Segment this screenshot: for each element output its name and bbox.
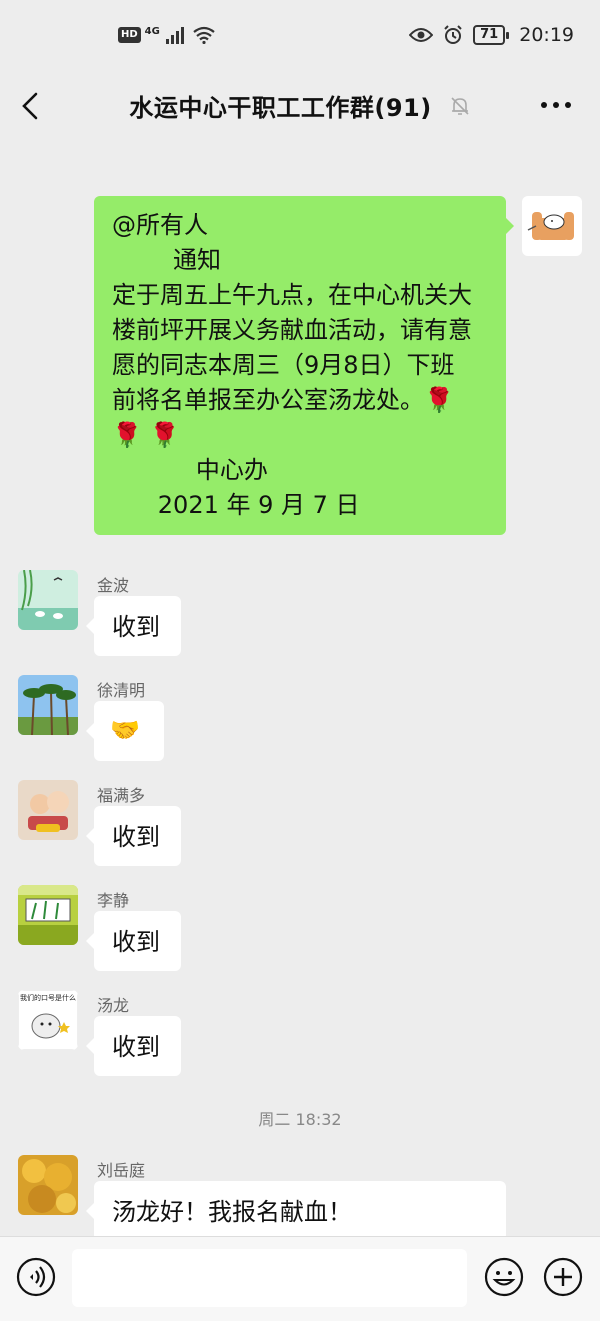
bell-off-icon — [449, 95, 471, 123]
notice-line: 🌹 🌹 — [112, 421, 180, 449]
wifi-icon — [193, 26, 215, 44]
avatar-caption: 我们的口号是什么 — [20, 993, 76, 1002]
eye-icon — [409, 28, 434, 42]
emoji-button[interactable] — [484, 1257, 524, 1297]
battery-indicator: 71 — [473, 25, 510, 45]
message-timestamp: 周二 18:32 — [258, 1110, 342, 1129]
chat-header: 水运中心干职工工作群(91) — [0, 76, 600, 136]
sender-name: 金波 — [97, 576, 130, 595]
status-bar: HD 4G 71 20:19 — [0, 0, 600, 76]
avatar[interactable] — [18, 885, 78, 945]
avatar[interactable]: 我们的口号是什么 — [18, 990, 78, 1050]
sender-name: 徐清明 — [97, 681, 146, 700]
chat-title: 水运中心干职工工作群(91) — [129, 94, 432, 122]
sender-name: 刘岳庭 — [97, 1161, 146, 1180]
clock: 20:19 — [519, 24, 574, 46]
avatar[interactable] — [18, 1155, 78, 1215]
signal-icon — [165, 27, 184, 44]
emoji-icon — [484, 1257, 524, 1297]
sender-name: 汤龙 — [97, 996, 130, 1015]
input-bar — [0, 1236, 600, 1321]
avatar[interactable] — [18, 675, 78, 735]
hd-badge: HD — [118, 27, 141, 43]
message-bubble[interactable]: 收到 — [86, 806, 181, 866]
avatar[interactable] — [18, 780, 78, 840]
voice-icon — [16, 1257, 56, 1297]
message-bubble[interactable]: 收到 — [86, 911, 181, 971]
notice-line: 通知 — [112, 246, 222, 274]
chat-title-wrap: 水运中心干职工工作群(91) — [0, 88, 600, 123]
notice-line: 中心办 — [112, 456, 268, 484]
plus-icon — [543, 1257, 583, 1297]
message-bubble[interactable]: 🤝 — [86, 701, 164, 761]
more-button[interactable] — [536, 90, 576, 120]
notice-line: 楼前坪开展义务献血活动，请有意 — [112, 316, 472, 344]
avatar[interactable] — [18, 570, 78, 630]
voice-button[interactable] — [16, 1257, 56, 1297]
plus-button[interactable] — [543, 1257, 583, 1297]
notice-line: 前将名单报至办公室汤龙处。🌹 — [112, 386, 454, 414]
message-input[interactable] — [72, 1249, 467, 1307]
status-left: HD 4G — [118, 26, 216, 44]
sender-name: 福满多 — [97, 786, 146, 805]
message-bubble[interactable]: 汤龙好！我报名献血！ — [86, 1181, 506, 1241]
alarm-icon — [444, 25, 462, 44]
notice-line: 2021 年 9 月 7 日 — [112, 491, 360, 519]
sender-name: 李静 — [97, 891, 130, 910]
notice-line: 定于周五上午九点，在中心机关大 — [112, 281, 472, 309]
status-right: 71 20:19 — [409, 24, 574, 46]
more-dots-icon — [541, 102, 571, 108]
notice-line: @所有人 — [112, 211, 208, 239]
notice-line: 愿的同志本周三（9月8日）下班 — [112, 351, 455, 379]
avatar-self[interactable] — [522, 196, 582, 256]
message-bubble-own[interactable]: @所有人 通知 定于周五上午九点，在中心机关大 楼前坪开展义务献血活动，请有意 … — [94, 196, 514, 535]
message-bubble[interactable]: 收到 — [86, 596, 181, 656]
message-bubble[interactable]: 收到 — [86, 1016, 181, 1076]
network-type: 4G — [144, 26, 160, 37]
